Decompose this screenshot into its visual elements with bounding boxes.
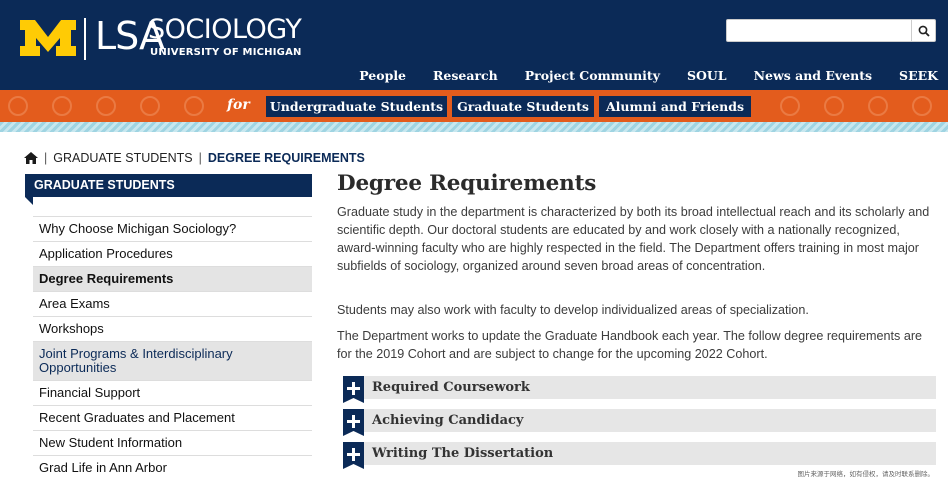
breadcrumb-separator: | bbox=[44, 151, 48, 165]
breadcrumb-current: DEGREE REQUIREMENTS bbox=[207, 151, 365, 165]
sidebar-item-recent-graduates[interactable]: Recent Graduates and Placement bbox=[33, 405, 312, 430]
search-button[interactable] bbox=[911, 20, 935, 41]
page-title: Degree Requirements bbox=[337, 171, 597, 196]
intro-paragraph: Graduate study in the department is char… bbox=[337, 205, 930, 273]
sidebar-nav: Why Choose Michigan Sociology? Applicati… bbox=[33, 216, 312, 480]
department-name[interactable]: SOCIOLOGY bbox=[148, 14, 302, 45]
nav-seek[interactable]: SEEK bbox=[899, 68, 938, 83]
sidebar-item-grad-life[interactable]: Grad Life in Ann Arbor bbox=[33, 455, 312, 480]
accordion-achieving-candidacy[interactable]: Achieving Candidacy bbox=[343, 409, 936, 436]
sidebar-item-new-student-info[interactable]: New Student Information bbox=[33, 430, 312, 455]
accordion-writing-dissertation[interactable]: Writing The Dissertation bbox=[343, 442, 936, 469]
sidebar-item-area-exams[interactable]: Area Exams bbox=[33, 291, 312, 316]
handbook-paragraph: The Department works to update the Gradu… bbox=[337, 329, 923, 361]
accordion-required-coursework[interactable]: Required Coursework bbox=[343, 376, 936, 403]
site-header: LSA SOCIOLOGY UNIVERSITY OF MICHIGAN Peo… bbox=[0, 0, 948, 90]
breadcrumb: | GRADUATE STUDENTS | DEGREE REQUIREMENT… bbox=[24, 151, 365, 165]
home-icon[interactable] bbox=[24, 152, 38, 164]
sidebar-item-workshops[interactable]: Workshops bbox=[33, 316, 312, 341]
nav-soul[interactable]: SOUL bbox=[687, 68, 727, 83]
search-box bbox=[726, 19, 936, 42]
specialization-paragraph: Students may also work with faculty to d… bbox=[337, 303, 809, 317]
sidebar-item-joint-programs[interactable]: Joint Programs & Interdisciplinary Oppor… bbox=[33, 341, 312, 380]
nav-people[interactable]: People bbox=[359, 68, 406, 83]
university-name: UNIVERSITY OF MICHIGAN bbox=[150, 47, 302, 58]
logo-divider bbox=[84, 18, 86, 60]
main-nav: People Research Project Community SOUL N… bbox=[332, 68, 938, 83]
search-input[interactable] bbox=[727, 20, 913, 41]
plus-icon bbox=[343, 376, 364, 403]
sidebar-heading-notch bbox=[25, 197, 33, 205]
audience-alumni-button[interactable]: Alumni and Friends bbox=[599, 96, 751, 117]
accordion-label: Writing The Dissertation bbox=[372, 446, 554, 461]
for-label: for bbox=[227, 97, 250, 113]
accordion-label: Achieving Candidacy bbox=[372, 413, 524, 428]
audience-graduate-button[interactable]: Graduate Students bbox=[452, 96, 594, 117]
plus-icon bbox=[343, 409, 364, 436]
sidebar-item-degree-requirements[interactable]: Degree Requirements bbox=[33, 266, 312, 291]
nav-project-community[interactable]: Project Community bbox=[525, 68, 660, 83]
search-icon bbox=[918, 25, 930, 37]
sidebar-heading[interactable]: GRADUATE STUDENTS bbox=[25, 174, 312, 197]
decorative-stripe bbox=[0, 122, 948, 132]
sidebar-item-why-choose[interactable]: Why Choose Michigan Sociology? bbox=[33, 216, 312, 241]
accordion-label: Required Coursework bbox=[372, 380, 530, 395]
plus-icon bbox=[343, 442, 364, 469]
sidebar-item-financial-support[interactable]: Financial Support bbox=[33, 380, 312, 405]
sidebar-item-application-procedures[interactable]: Application Procedures bbox=[33, 241, 312, 266]
nav-news-and-events[interactable]: News and Events bbox=[754, 68, 872, 83]
nav-research[interactable]: Research bbox=[433, 68, 498, 83]
block-m-logo[interactable] bbox=[20, 20, 76, 56]
watermark-text: 图片来源于网络，如有侵权，请及时联系删除。 bbox=[797, 470, 935, 478]
breadcrumb-separator: | bbox=[198, 151, 202, 165]
breadcrumb-graduate-students[interactable]: GRADUATE STUDENTS bbox=[53, 151, 192, 165]
audience-undergraduate-button[interactable]: Undergraduate Students bbox=[266, 96, 447, 117]
